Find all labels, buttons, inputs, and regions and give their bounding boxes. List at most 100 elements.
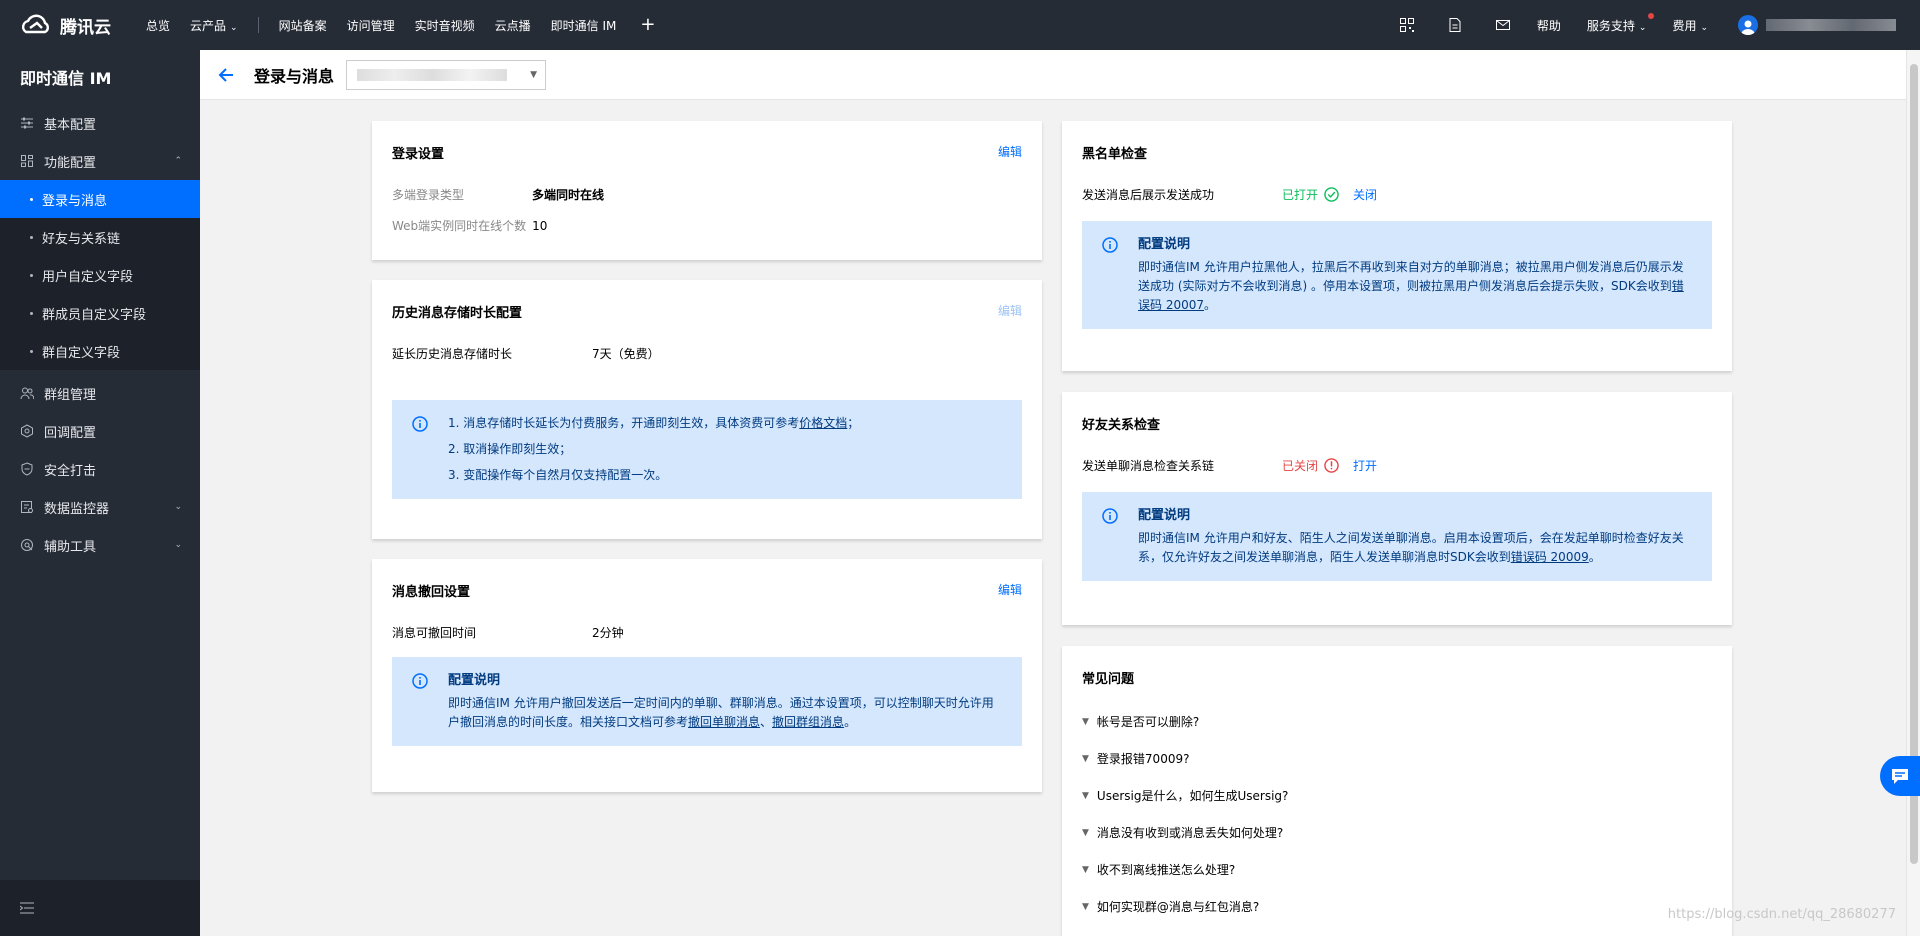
document-icon[interactable] — [1447, 17, 1463, 33]
top-right: 帮助 服务支持 ⌄ 费用 ⌄ — [1367, 12, 1920, 35]
info-icon — [1102, 237, 1118, 253]
brand-logo[interactable]: 腾讯云 — [0, 13, 136, 38]
toggle-on-link[interactable]: 打开 — [1353, 457, 1377, 474]
caret-down-icon: ▼ — [1082, 716, 1089, 727]
edit-button[interactable]: 编辑 — [998, 302, 1022, 319]
card-title: 好友关系检查 — [1082, 418, 1161, 433]
sidebar-item-label: 基本配置 — [44, 117, 97, 133]
tip-text: 即时通信IM 允许用户拉黑他人，拉黑后不再收到来自对方的单聊消息；被拉黑用户侧发… — [1138, 260, 1684, 293]
nav-overview[interactable]: 总览 — [146, 17, 170, 34]
caret-down-icon: ▼ — [1082, 827, 1089, 838]
recall-group-link[interactable]: 撤回群组消息 — [772, 715, 844, 729]
sidebar-item-feature-config[interactable]: 功能配置 ⌃ — [0, 142, 200, 180]
tip-line: 2. 取消操作即刻生效； — [448, 442, 572, 456]
faq-item[interactable]: ▼ 帐号是否可以删除? — [1082, 713, 1712, 730]
sidebar-item-member-fields[interactable]: 群成员自定义字段 — [0, 294, 200, 332]
tip-line: 1. 消息存储时长延长为付费服务，开通即刻生效，具体资费可参考价格文档； — [448, 414, 1002, 433]
account-name-redacted[interactable] — [1766, 19, 1896, 31]
sidebar-item-login-message[interactable]: 登录与消息 — [0, 180, 200, 218]
price-doc-link[interactable]: 价格文档 — [799, 416, 847, 430]
page-header: 登录与消息 ▼ — [200, 50, 1920, 100]
chevron-down-icon: ⌄ — [1638, 22, 1647, 33]
sidebar-item-label: 功能配置 — [44, 155, 97, 171]
scrollbar-thumb[interactable] — [1910, 64, 1918, 864]
nav-trtc[interactable]: 实时音视频 — [415, 17, 475, 34]
vertical-scrollbar[interactable] — [1906, 50, 1920, 936]
support-menu[interactable]: 服务支持 ⌄ — [1587, 12, 1655, 34]
friend-check-card: 好友关系检查 发送单聊消息检查关系链 已关闭 打开 配置说明 即时通信IM 允许… — [1062, 392, 1732, 625]
setting-label: 发送单聊消息检查关系链 — [1082, 459, 1215, 473]
card-title: 登录设置 — [392, 147, 445, 162]
caret-down-icon: ▼ — [1082, 790, 1089, 801]
faq-question: 消息没有收到或消息丢失如何处理? — [1096, 826, 1284, 840]
sidebar-item-tools[interactable]: 辅助工具 ⌄ — [0, 526, 200, 564]
user-avatar-icon[interactable] — [1738, 15, 1758, 35]
billing-menu[interactable]: 费用 ⌄ — [1672, 17, 1708, 34]
setting-label: 发送消息后展示发送成功 — [1082, 188, 1215, 202]
nav-products-label: 云产品 — [190, 18, 227, 33]
sidebar-item-callback[interactable]: 回调配置 — [0, 412, 200, 450]
faq-item[interactable]: ▼ 如何实现群@消息与红包消息? — [1082, 898, 1712, 915]
history-storage-card: 历史消息存储时长配置 编辑 延长历史消息存储时长 7天（免费） 1. 消息存储时… — [372, 280, 1042, 539]
card-title: 历史消息存储时长配置 — [392, 306, 523, 321]
nav-products[interactable]: 云产品 ⌄ — [190, 17, 238, 34]
sidebar-item-security[interactable]: 安全打击 — [0, 450, 200, 488]
sidebar-title: 即时通信 IM — [20, 69, 112, 88]
info-icon — [412, 673, 428, 689]
nav-divider — [257, 17, 259, 33]
user-icon — [1741, 20, 1755, 35]
nav-cam[interactable]: 访问管理 — [347, 17, 395, 34]
feedback-chat-button[interactable] — [1880, 756, 1920, 796]
sidebar-item-label: 回调配置 — [44, 425, 97, 441]
nav-im[interactable]: 即时通信 IM — [551, 17, 617, 34]
sidebar-item-user-fields[interactable]: 用户自定义字段 — [0, 256, 200, 294]
mail-icon[interactable] — [1495, 17, 1511, 33]
faq-question: 如何实现群@消息与红包消息? — [1096, 900, 1260, 914]
faq-item[interactable]: ▼ Usersig是什么，如何生成Usersig? — [1082, 787, 1712, 804]
setting-label: Web端实例同时在线个数 — [392, 219, 527, 233]
nav-icp[interactable]: 网站备案 — [279, 17, 327, 34]
setting-row: Web端实例同时在线个数 10 — [392, 217, 1022, 234]
faq-item[interactable]: ▼ 消息没有收到或消息丢失如何处理? — [1082, 824, 1712, 841]
error-code-link[interactable]: 错误码 20009 — [1511, 550, 1589, 564]
setting-value: 7天（免费） — [592, 347, 660, 361]
setting-row: 延长历史消息存储时长 7天（免费） — [392, 345, 1022, 362]
info-tip: 配置说明 即时通信IM 允许用户拉黑他人，拉黑后不再收到来自对方的单聊消息；被拉… — [1082, 221, 1712, 329]
caret-down-icon: ▼ — [1082, 753, 1089, 764]
sidebar-item-group-manage[interactable]: 群组管理 — [0, 374, 200, 412]
faq-question: 收不到离线推送怎么处理? — [1096, 863, 1236, 877]
sidebar-collapse-button[interactable] — [0, 880, 200, 936]
sidebar-item-group-fields[interactable]: 群自定义字段 — [0, 332, 200, 370]
chevron-down-icon: ⌄ — [174, 540, 182, 550]
setting-row: 多端登录类型 多端同时在线 — [392, 186, 1022, 203]
tip-text: 。 — [1204, 298, 1217, 312]
edit-button[interactable]: 编辑 — [998, 143, 1022, 160]
recall-c2c-link[interactable]: 撤回单聊消息 — [688, 715, 760, 729]
help-link[interactable]: 帮助 — [1537, 17, 1561, 34]
sidebar-item-monitor[interactable]: 数据监控器 ⌄ — [0, 488, 200, 526]
setting-value: 多端同时在线 — [532, 188, 605, 202]
tip-body: 即时通信IM 允许用户和好友、陌生人之间发送单聊消息。启用本设置项后，会在发起单… — [1138, 529, 1692, 567]
info-tip: 配置说明 即时通信IM 允许用户撤回发送后一定时间内的单聊、群聊消息。通过本设置… — [392, 657, 1022, 746]
setting-label: 多端登录类型 — [392, 188, 465, 202]
warning-circle-icon — [1324, 458, 1339, 473]
sliders-icon — [21, 117, 33, 129]
qrcode-icon[interactable] — [1399, 17, 1415, 33]
chat-bubble-icon — [1892, 769, 1908, 784]
add-shortcut-icon[interactable]: + — [640, 16, 655, 34]
faq-item[interactable]: ▼ 收不到离线推送怎么处理? — [1082, 861, 1712, 878]
tip-text: 、 — [760, 715, 773, 729]
app-selector[interactable]: ▼ — [346, 59, 547, 90]
back-arrow-icon[interactable] — [218, 67, 234, 83]
faq-card: 常见问题 ▼ 帐号是否可以删除? ▼ 登录报错70009? ▼ Usersig是什么，… — [1062, 646, 1732, 936]
sidebar-item-basic-config[interactable]: 基本配置 — [0, 104, 200, 142]
notification-dot — [1648, 12, 1655, 19]
sidebar-item-label: 辅助工具 — [44, 539, 97, 555]
recall-settings-card: 消息撤回设置 编辑 消息可撤回时间 2分钟 配置说明 即时通信IM 允许用户撤回… — [372, 559, 1042, 792]
watermark: https://blog.csdn.net/qq_28680277 — [1667, 907, 1896, 922]
toggle-off-link[interactable]: 关闭 — [1353, 186, 1377, 203]
nav-vod[interactable]: 云点播 — [495, 17, 531, 34]
sidebar-item-friends[interactable]: 好友与关系链 — [0, 218, 200, 256]
edit-button[interactable]: 编辑 — [998, 581, 1022, 598]
faq-item[interactable]: ▼ 登录报错70009? — [1082, 750, 1712, 767]
